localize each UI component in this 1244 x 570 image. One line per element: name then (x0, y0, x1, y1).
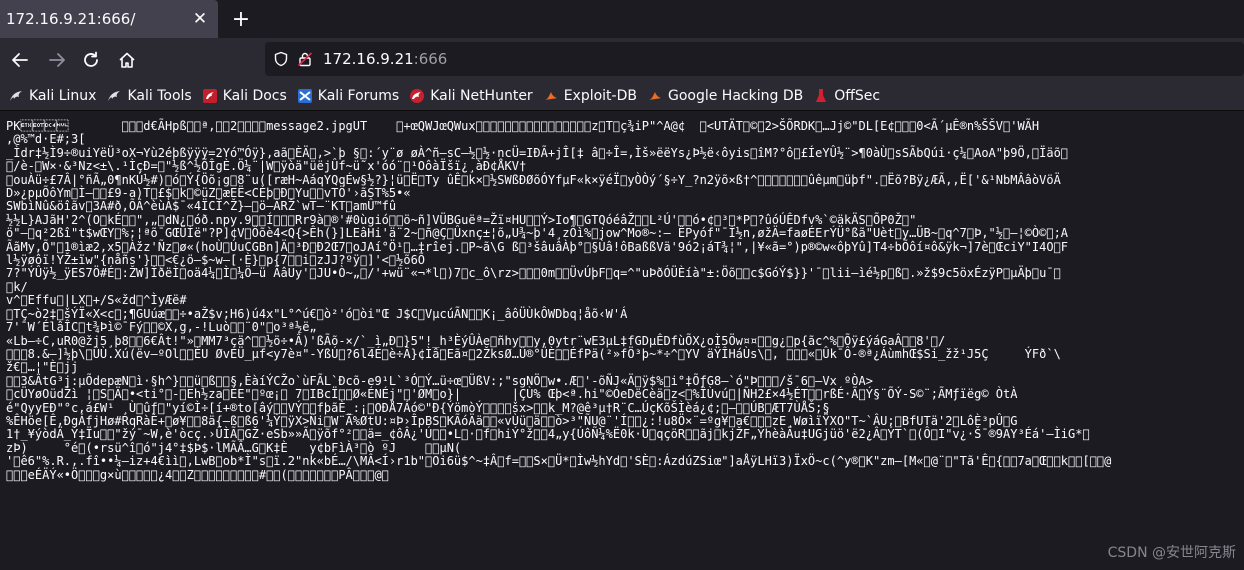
close-icon[interactable]: ✕ (188, 7, 212, 31)
bookmark-label: Kali Forums (317, 88, 400, 104)
watermark: CSDN @安世阿克斯 (1107, 545, 1236, 561)
kali-dragon-icon (108, 91, 121, 101)
tab-title: 172.16.9.21:666/ (6, 10, 136, 28)
forward-button[interactable] (42, 45, 72, 75)
kali-docs-icon (202, 89, 217, 103)
lock-insecure-icon[interactable] (297, 51, 313, 67)
kali-dragon-icon (10, 91, 22, 101)
page-content: PK    d€ÃHpß ª,  2    message2.jpgU… (0, 112, 1244, 570)
url-host: 172.16.9.21 (323, 50, 414, 68)
bookmark-kali-linux[interactable]: Kali Linux (8, 88, 96, 104)
plus-icon: + (231, 6, 251, 32)
address-bar[interactable]: 172.16.9.21:666 (265, 42, 1244, 76)
kali-forums-icon (297, 89, 312, 103)
arrow-left-icon (12, 53, 28, 67)
offsec-icon (816, 89, 827, 102)
reload-button[interactable] (76, 45, 106, 75)
bookmark-offsec[interactable]: OffSec (813, 88, 880, 104)
bookmark-google-hacking-db[interactable]: Google Hacking DB (647, 88, 803, 104)
bookmark-label: Kali Docs (222, 88, 287, 104)
bookmark-exploit-db[interactable]: Exploit-DB (543, 88, 637, 104)
tab-strip: 172.16.9.21:666/ ✕ + (0, 0, 1244, 38)
shield-icon[interactable] (273, 51, 289, 67)
home-button[interactable] (112, 45, 142, 75)
bookmark-label: Kali NetHunter (430, 88, 533, 104)
raw-binary-text: PK    d€ÃHpß ª,  2    message2.jpgU… (6, 119, 1112, 482)
url-text[interactable]: 172.16.9.21:666 (323, 50, 447, 68)
home-icon (119, 52, 135, 68)
nethunter-icon (410, 89, 425, 103)
bookmark-label: Kali Tools (127, 88, 192, 104)
bookmark-label: Kali Linux (29, 88, 97, 104)
bookmark-kali-docs[interactable]: Kali Docs (202, 88, 287, 104)
bookmark-kali-tools[interactable]: Kali Tools (106, 88, 192, 104)
arrow-right-icon (49, 53, 65, 67)
reload-icon (84, 51, 98, 67)
ghdb-icon (648, 92, 661, 100)
bookmark-label: Exploit-DB (563, 88, 637, 104)
new-tab-button[interactable]: + (228, 6, 254, 32)
navigation-toolbar: 172.16.9.21:666 (0, 38, 1244, 82)
active-tab[interactable]: 172.16.9.21:666/ ✕ (0, 0, 218, 38)
bookmark-kali-nethunter[interactable]: Kali NetHunter (409, 88, 533, 104)
bookmarks-toolbar: Kali Linux Kali Tools Kali Docs Kali For… (0, 82, 1244, 111)
bookmark-label: Google Hacking DB (667, 88, 804, 104)
bookmark-label: OffSec (834, 88, 881, 104)
back-button[interactable] (5, 45, 35, 75)
exploit-db-icon (544, 92, 557, 100)
bookmark-kali-forums[interactable]: Kali Forums (297, 88, 399, 104)
url-port: :666 (413, 50, 448, 68)
